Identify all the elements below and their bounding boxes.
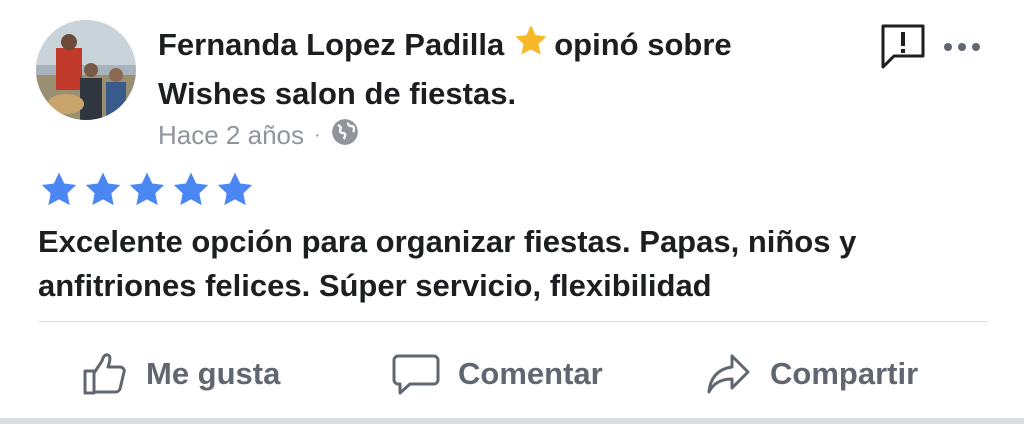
- thumbs-up-icon: [83, 353, 126, 395]
- timestamp[interactable]: Hace 2 años: [158, 120, 304, 151]
- post-header: Fernanda Lopez Padilla opinó sobre Wishes…: [158, 22, 858, 116]
- share-icon: [707, 354, 750, 394]
- bottom-separator: [0, 418, 1024, 424]
- divider: [38, 321, 988, 322]
- rating-star-icon: [82, 170, 124, 215]
- meta-separator: ·: [313, 124, 321, 146]
- share-button[interactable]: Compartir: [706, 346, 918, 402]
- review-text: Excelente opción para organizar fiestas.…: [38, 224, 857, 303]
- star-badge-icon: [512, 23, 550, 71]
- more-options-icon[interactable]: [938, 32, 988, 62]
- rating-star-icon: [38, 170, 80, 215]
- avatar[interactable]: [36, 20, 136, 120]
- action-text: opinó sobre: [554, 27, 732, 62]
- comment-icon: [392, 354, 440, 395]
- globe-icon: [331, 118, 359, 153]
- rating-stars: [38, 170, 256, 215]
- like-label: Me gusta: [146, 356, 281, 391]
- like-button[interactable]: Me gusta: [82, 346, 280, 402]
- share-label: Compartir: [770, 356, 919, 391]
- rating-star-icon: [126, 170, 168, 215]
- comment-button[interactable]: Comentar: [392, 346, 603, 402]
- post-meta: Hace 2 años ·: [158, 118, 359, 153]
- page-name[interactable]: Wishes salon de fiestas.: [158, 76, 516, 111]
- rating-star-icon: [214, 170, 256, 215]
- comment-label: Comentar: [458, 356, 603, 391]
- report-icon[interactable]: [878, 22, 928, 72]
- author-name[interactable]: Fernanda Lopez Padilla: [158, 27, 504, 62]
- rating-star-icon: [170, 170, 212, 215]
